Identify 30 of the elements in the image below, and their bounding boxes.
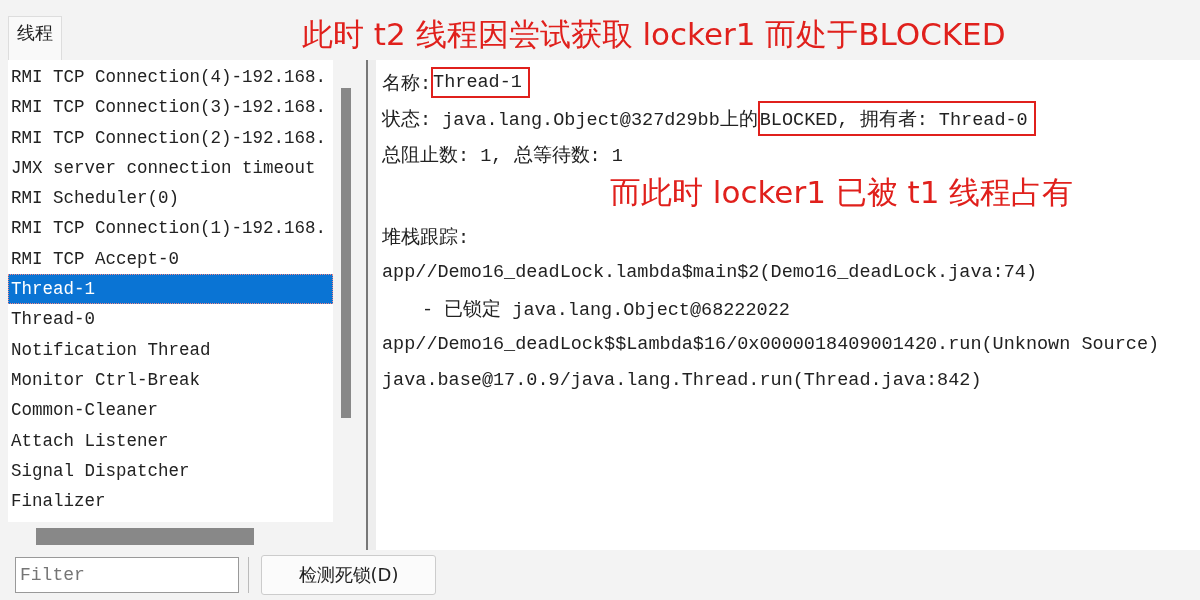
thread-item[interactable]: Notification Thread bbox=[8, 334, 333, 365]
thread-item[interactable]: JMX server connection timeout bbox=[8, 152, 333, 184]
thread-item[interactable]: RMI TCP Connection(1)-192.168. bbox=[8, 213, 333, 244]
stack-frame: app//Demo16_deadLock$$Lambda$16/0x0000018409001420.run(Unknown Source) bbox=[382, 333, 1160, 355]
thread-item[interactable]: Thread-0 bbox=[8, 304, 333, 335]
thread-item[interactable]: RMI TCP Connection(4)-192.168. bbox=[8, 62, 333, 93]
thread-item[interactable]: RMI TCP Connection(2)-192.168. bbox=[8, 122, 333, 153]
filter-field[interactable]: Filter bbox=[15, 557, 239, 593]
thread-item[interactable]: Thread-1 bbox=[8, 274, 333, 305]
threads-tab[interactable]: 线程 bbox=[8, 16, 62, 60]
thread-item[interactable]: Common-Cleaner bbox=[8, 395, 333, 426]
annotation-text: 此时 t2 线程因尝试获取 locker1 而处于BLOCKED bbox=[302, 15, 1006, 54]
thread-item[interactable]: RMI Scheduler(0) bbox=[8, 183, 333, 214]
detect-deadlock-button[interactable]: 检测死锁(D) bbox=[261, 555, 436, 595]
thread-item[interactable]: Monitor Ctrl-Break bbox=[8, 364, 333, 396]
thread-item[interactable]: Signal Dispatcher bbox=[8, 455, 333, 487]
lock-info: - 已锁定 java.lang.Object@68222022 bbox=[422, 298, 790, 321]
counts-text: 总阻止数: 1, 总等待数: 1 bbox=[382, 144, 623, 167]
name-label: 名称: bbox=[382, 72, 432, 95]
thread-item[interactable]: RMI TCP Connection(3)-192.168. bbox=[8, 92, 333, 123]
stack-frame: app//Demo16_deadLock.lambda$main$2(Demo16_deadLock.java:74) bbox=[382, 261, 1037, 283]
thread-item[interactable]: Finalizer bbox=[8, 486, 333, 517]
thread-name: Thread-1 bbox=[433, 71, 522, 93]
state-owner: BLOCKED, 拥有者: Thread-0 bbox=[759, 109, 1028, 131]
state-text: 状态: java.lang.Object@327d29bb上的 bbox=[382, 108, 758, 131]
stack-label: 堆栈跟踪: bbox=[382, 226, 470, 249]
thread-item[interactable]: RMI TCP Accept-0 bbox=[8, 243, 333, 275]
annotation-text: 而此时 locker1 已被 t1 线程占有 bbox=[610, 173, 1075, 212]
stack-frame: java.base@17.0.9/java.lang.Thread.run(Thread.java:842) bbox=[382, 369, 982, 391]
thread-item[interactable]: Attach Listener bbox=[8, 425, 333, 456]
